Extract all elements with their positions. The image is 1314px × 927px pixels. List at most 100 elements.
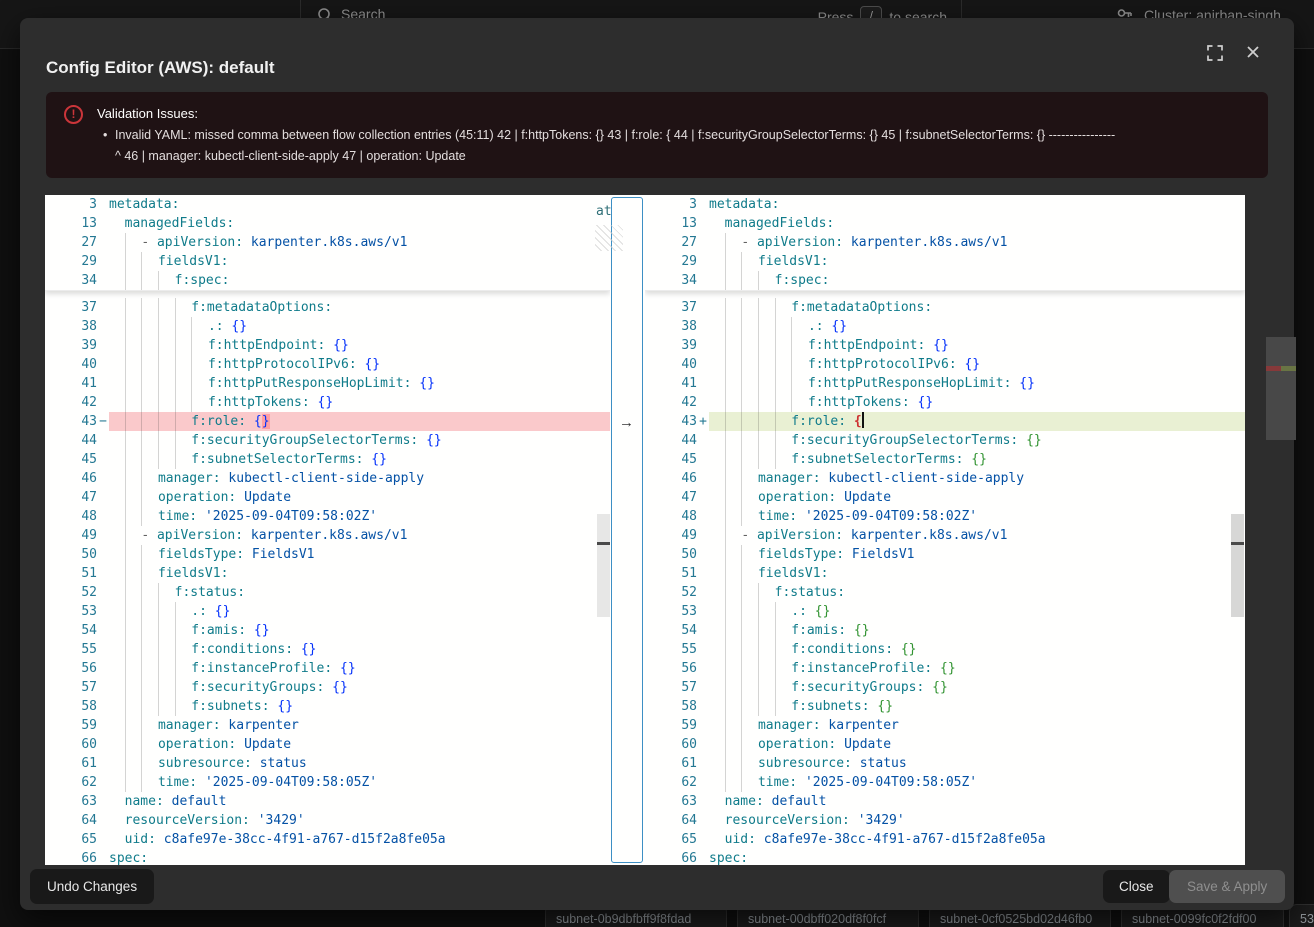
code-line-41: 41 f:httpPutResponseHopLimit: {} [645,374,1245,393]
code-line-49: 49 - apiVersion: karpenter.k8s.aws/v1 [45,526,610,545]
undo-changes-button[interactable]: Undo Changes [30,869,154,904]
code-line-44: 44 f:securityGroupSelectorTerms: {} [45,431,610,450]
diff-gutter: → [611,197,643,863]
code-line-60: 60 operation: Update [45,735,610,754]
alert-title: Validation Issues: [97,106,198,121]
code-line-63: 63 name: default [45,792,610,811]
code-line-13: 13 managedFields: [645,214,1245,233]
code-line-60: 60 operation: Update [645,735,1245,754]
overview-ruler-deletion-mark [1266,366,1281,371]
alert-message-line2: ^ 46 | manager: kubectl-client-side-appl… [115,149,466,163]
fullscreen-icon[interactable] [1205,43,1227,65]
code-line-64: 64 resourceVersion: '3429' [645,811,1245,830]
code-line-45: 45 f:subnetSelectorTerms: {} [645,450,1245,469]
code-line-65: 65 uid: c8afe97e-38cc-4f91-a767-d15f2a8f… [45,830,610,849]
code-line-51: 51 fieldsV1: [645,564,1245,583]
code-line-64: 64 resourceVersion: '3429' [45,811,610,830]
code-line-63: 63 name: default [645,792,1245,811]
code-line-62: 62 time: '2025-09-04T09:58:05Z' [645,773,1245,792]
code-line-52: 52 f:status: [45,583,610,602]
scrollbar-original[interactable] [597,514,610,617]
code-line-38: 38 .: {} [645,317,1245,336]
code-line-66: 66spec: [45,849,610,865]
overview-ruler-insertion-mark [1281,366,1296,371]
code-line-66: 66spec: [645,849,1245,865]
code-line-39: 39 f:httpEndpoint: {} [645,336,1245,355]
code-line-46: 46 manager: kubectl-client-side-apply [645,469,1245,488]
code-line-29: 29 fieldsV1: [645,252,1245,271]
code-line-44: 44 f:securityGroupSelectorTerms: {} [645,431,1245,450]
scrollbar-mark-original [597,542,610,545]
code-line-55: 55 f:conditions: {} [45,640,610,659]
clipped-text-artifact: at [596,204,612,219]
code-line-34: 34 f:spec: [645,271,1245,290]
config-editor-modal: Config Editor (AWS): default ! Validatio… [20,18,1294,910]
diff-hatch-pattern [595,225,623,251]
code-line-48: 48 time: '2025-09-04T09:58:02Z' [45,507,610,526]
code-line-3: 3metadata: [645,195,1245,214]
diff-editor[interactable]: 37 f:metadataOptions:38 .: {}39 f:httpEn… [45,195,1245,865]
code-line-56: 56 f:instanceProfile: {} [645,659,1245,678]
code-line-42: 42 f:httpTokens: {} [45,393,610,412]
code-line-55: 55 f:conditions: {} [645,640,1245,659]
code-line-40: 40 f:httpProtocolIPv6: {} [45,355,610,374]
code-line-27: 27 - apiVersion: karpenter.k8s.aws/v1 [45,233,610,252]
code-line-59: 59 manager: karpenter [645,716,1245,735]
sticky-scroll-modified: 3metadata:13 managedFields:27 - apiVersi… [645,195,1245,291]
alert-message-line1: Invalid YAML: missed comma between flow … [115,128,1115,142]
code-line-13: 13 managedFields: [45,214,610,233]
close-icon[interactable] [1244,43,1266,65]
code-line-38: 38 .: {} [45,317,610,336]
scrollbar-mark-modified [1231,542,1244,545]
code-line-59: 59 manager: karpenter [45,716,610,735]
code-line-53: 53 .: {} [45,602,610,621]
sticky-scroll-original: 3metadata:13 managedFields:27 - apiVersi… [45,195,610,291]
code-line-54: 54 f:amis: {} [645,621,1245,640]
code-line-41: 41 f:httpPutResponseHopLimit: {} [45,374,610,393]
code-line-57: 57 f:securityGroups: {} [45,678,610,697]
code-line-40: 40 f:httpProtocolIPv6: {} [645,355,1245,374]
validation-alert: ! Validation Issues: • Invalid YAML: mis… [46,92,1268,178]
overview-ruler-viewport[interactable] [1266,337,1296,440]
code-line-50: 50 fieldsType: FieldsV1 [645,545,1245,564]
scrollbar-modified[interactable] [1231,514,1244,617]
diff-pane-original[interactable]: 37 f:metadataOptions:38 .: {}39 f:httpEn… [45,195,610,865]
code-line-45: 45 f:subnetSelectorTerms: {} [45,450,610,469]
code-line-53: 53 .: {} [645,602,1245,621]
code-line-48: 48 time: '2025-09-04T09:58:02Z' [645,507,1245,526]
subnet-chip: 53 [1289,904,1314,927]
code-line-37: 37 f:metadataOptions: [645,298,1245,317]
code-line-3: 3metadata: [45,195,610,214]
text-cursor [862,412,864,428]
code-line-61: 61 subresource: status [645,754,1245,773]
diff-pane-modified[interactable]: 37 f:metadataOptions:38 .: {}39 f:httpEn… [645,195,1245,865]
code-line-54: 54 f:amis: {} [45,621,610,640]
code-line-51: 51 fieldsV1: [45,564,610,583]
modal-title: Config Editor (AWS): default [46,58,275,78]
code-line-37: 37 f:metadataOptions: [45,298,610,317]
code-line-57: 57 f:securityGroups: {} [645,678,1245,697]
code-line-52: 52 f:status: [645,583,1245,602]
code-line-46: 46 manager: kubectl-client-side-apply [45,469,610,488]
code-line-65: 65 uid: c8afe97e-38cc-4f91-a767-d15f2a8f… [645,830,1245,849]
code-line-47: 47 operation: Update [645,488,1245,507]
code-line-58: 58 f:subnets: {} [45,697,610,716]
code-line-43: 43+ f:role: { [645,412,1245,431]
code-line-49: 49 - apiVersion: karpenter.k8s.aws/v1 [645,526,1245,545]
save-apply-button: Save & Apply [1169,870,1285,903]
code-line-56: 56 f:instanceProfile: {} [45,659,610,678]
revert-change-arrow-icon[interactable]: → [619,413,634,432]
code-line-62: 62 time: '2025-09-04T09:58:05Z' [45,773,610,792]
code-line-50: 50 fieldsType: FieldsV1 [45,545,610,564]
code-line-58: 58 f:subnets: {} [645,697,1245,716]
code-line-61: 61 subresource: status [45,754,610,773]
code-line-39: 39 f:httpEndpoint: {} [45,336,610,355]
close-button[interactable]: Close [1103,870,1170,903]
alert-bullet: • [103,128,107,142]
code-line-27: 27 - apiVersion: karpenter.k8s.aws/v1 [645,233,1245,252]
code-line-47: 47 operation: Update [45,488,610,507]
code-line-34: 34 f:spec: [45,271,610,290]
exclamation-circle-icon: ! [64,105,83,124]
code-line-29: 29 fieldsV1: [45,252,610,271]
code-line-43: 43− f:role: {} [45,412,610,431]
